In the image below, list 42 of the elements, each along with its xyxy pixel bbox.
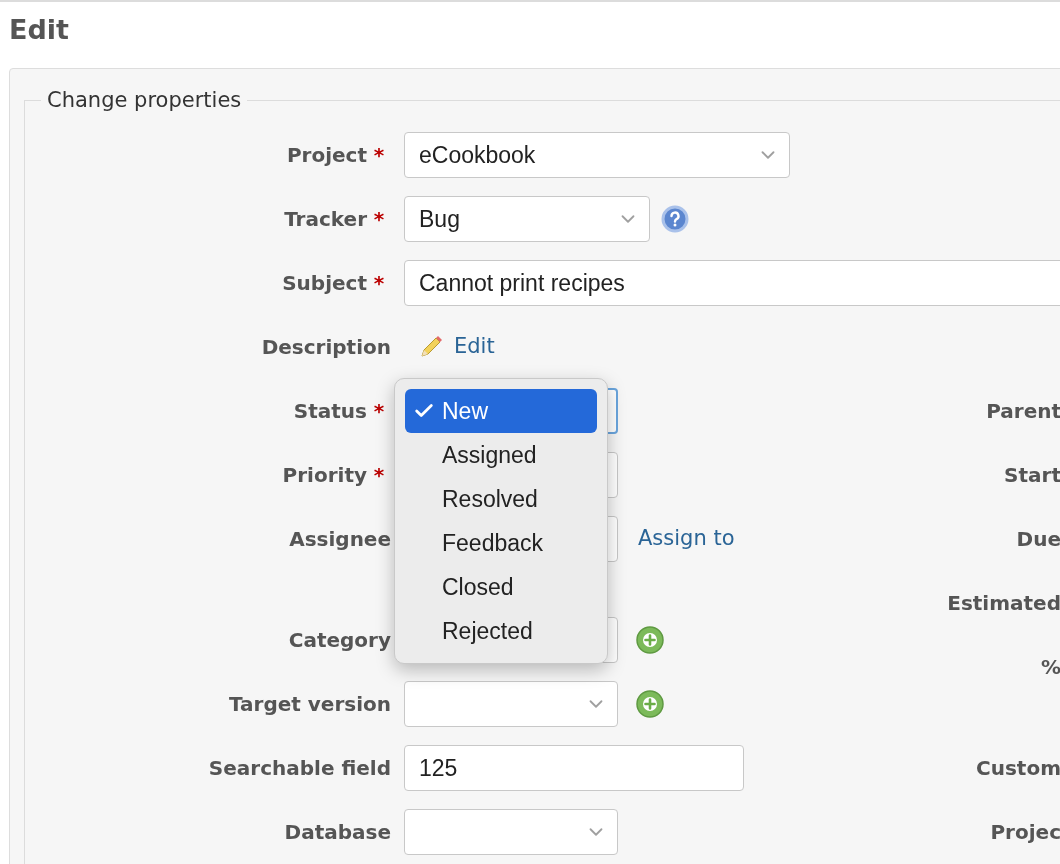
text-field[interactable]: 125 — [404, 745, 744, 791]
required-mark: * — [372, 142, 386, 169]
select-field[interactable]: Bug — [404, 196, 650, 242]
select-field[interactable] — [404, 681, 618, 727]
menu-option[interactable]: Closed — [405, 565, 597, 609]
field-label: Custom — [976, 755, 1060, 782]
field-label: Description — [261, 334, 391, 361]
field-label: Subject — [282, 270, 367, 297]
menu-option[interactable]: Resolved — [405, 477, 597, 521]
assign-link[interactable]: Assign to — [638, 523, 735, 555]
page-title: Edit — [9, 13, 69, 47]
field-label: Target version — [228, 691, 391, 718]
field-label: Start — [1004, 462, 1060, 489]
field-label: Due — [1016, 526, 1060, 553]
help-icon[interactable] — [661, 205, 689, 233]
add-icon[interactable] — [636, 626, 664, 654]
menu-option[interactable]: Assigned — [405, 433, 597, 477]
field-label: Category — [288, 627, 391, 654]
required-mark: * — [372, 206, 386, 233]
pencil-icon — [418, 334, 444, 360]
field-label: Tracker — [284, 206, 367, 233]
required-mark: * — [372, 398, 386, 425]
field-label: Estimated — [947, 590, 1060, 617]
field-label: Status — [293, 398, 367, 425]
menu-option[interactable]: Rejected — [405, 609, 597, 653]
required-mark: * — [372, 462, 386, 489]
add-icon[interactable] — [636, 690, 664, 718]
text-field[interactable]: Cannot print recipes — [404, 260, 1060, 306]
field-label: Searchable field — [208, 755, 391, 782]
edit-link[interactable]: Edit — [454, 331, 495, 363]
field-label: Priority — [282, 462, 367, 489]
field-label: Projec — [990, 819, 1060, 846]
field-label: Database — [284, 819, 391, 846]
select-field[interactable]: eCookbook — [404, 132, 790, 178]
menu-option[interactable]: Feedback — [405, 521, 597, 565]
field-label: Parent — [986, 398, 1060, 425]
required-mark: * — [372, 270, 386, 297]
select-field[interactable] — [404, 809, 618, 855]
menu-option[interactable]: New — [405, 389, 597, 433]
field-label: Assignee — [289, 526, 391, 553]
field-label: % — [1040, 654, 1060, 681]
field-label: Project — [286, 142, 367, 169]
